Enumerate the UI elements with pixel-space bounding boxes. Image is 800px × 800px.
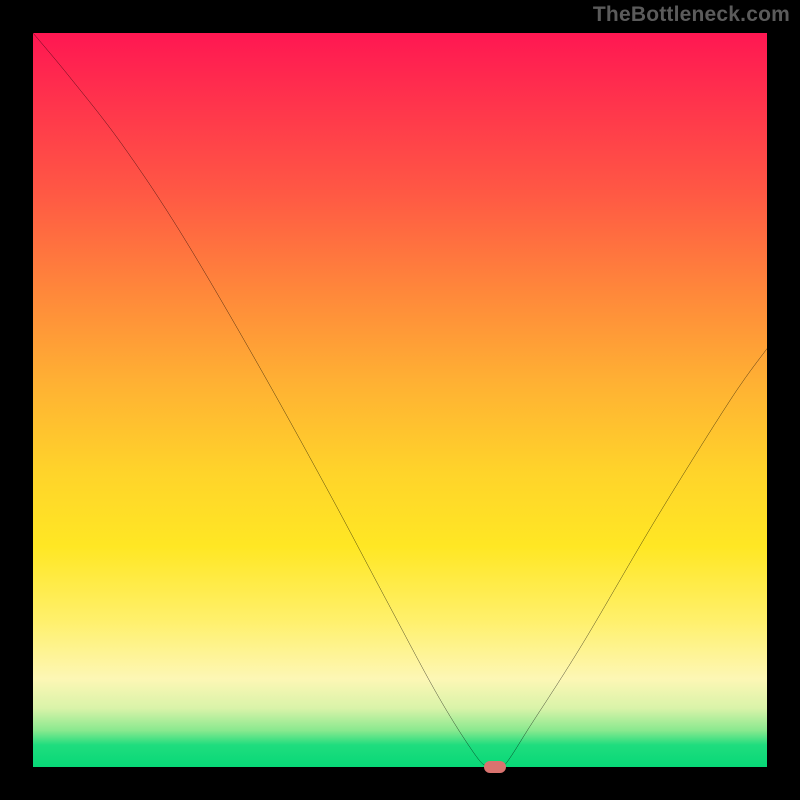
- attribution-text: TheBottleneck.com: [593, 3, 790, 27]
- plot-area: [33, 33, 767, 767]
- chart-frame: TheBottleneck.com: [0, 0, 800, 800]
- bottleneck-curve: [33, 33, 767, 767]
- optimum-marker: [484, 761, 506, 773]
